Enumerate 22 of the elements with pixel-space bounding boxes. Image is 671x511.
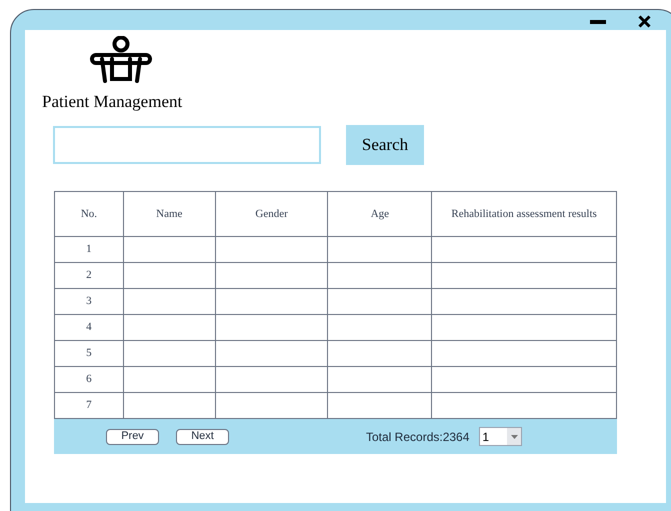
total-records: Total Records:2364 (366, 428, 470, 446)
next-button[interactable]: Next (176, 428, 229, 444)
search-field[interactable] (53, 126, 321, 164)
minimize-icon[interactable] (590, 20, 606, 24)
page-select[interactable]: 1 (479, 427, 522, 446)
app-title: Patient Management (42, 93, 182, 110)
table-cell: 3 (54, 288, 124, 314)
column-header: Age (328, 192, 432, 236)
table-cell: 4 (54, 314, 124, 340)
close-icon[interactable] (638, 15, 651, 28)
table-cell: 6 (54, 366, 124, 392)
column-header: No. (54, 192, 124, 236)
prev-button[interactable]: Prev (106, 428, 159, 444)
column-header: Name (123, 192, 216, 236)
person-at-desk-icon (90, 36, 152, 84)
table-cell: 1 (54, 236, 124, 262)
dropdown-arrow-icon (510, 434, 518, 438)
search-button[interactable]: Search (346, 125, 424, 165)
column-header: Rehabilitation assessment results (432, 192, 616, 236)
column-header: Gender (215, 192, 328, 236)
table-cell: 2 (54, 262, 124, 288)
table-cell: 5 (54, 340, 124, 366)
